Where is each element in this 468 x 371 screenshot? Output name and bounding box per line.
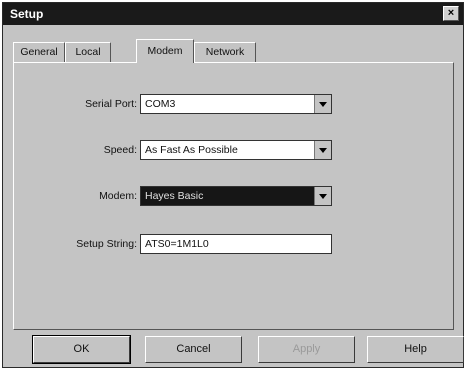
setup-string-row: Setup String: ATS0=1M1L0: [14, 234, 453, 256]
speed-dropdown-button[interactable]: [314, 141, 331, 159]
serial-port-value: COM3: [145, 98, 176, 110]
serial-port-row: Serial Port: COM3: [14, 94, 453, 116]
serial-port-label: Serial Port:: [85, 98, 137, 110]
setup-string-label: Setup String:: [76, 238, 137, 250]
setup-string-input[interactable]: ATS0=1M1L0: [140, 234, 332, 254]
modem-dropdown-button[interactable]: [314, 187, 331, 205]
modem-select[interactable]: Hayes Basic: [140, 186, 332, 206]
modem-tab-panel: Serial Port: COM3 Speed: As Fast As Poss…: [13, 62, 454, 330]
tab-general[interactable]: General: [13, 42, 65, 62]
serial-port-dropdown-button[interactable]: [314, 95, 331, 113]
modem-label: Modem:: [99, 190, 137, 202]
close-icon: ×: [447, 7, 455, 19]
speed-row: Speed: As Fast As Possible: [14, 140, 453, 162]
chevron-down-icon: [319, 148, 327, 153]
window-title: Setup: [10, 7, 44, 21]
chevron-down-icon: [319, 194, 327, 199]
title-bar: Setup ×: [3, 3, 463, 25]
tab-modem[interactable]: Modem: [136, 39, 194, 63]
chevron-down-icon: [319, 102, 327, 107]
close-button[interactable]: ×: [443, 6, 459, 21]
speed-select[interactable]: As Fast As Possible: [140, 140, 332, 160]
tab-network[interactable]: Network: [194, 42, 256, 62]
speed-value: As Fast As Possible: [145, 144, 238, 156]
help-button[interactable]: Help: [367, 336, 464, 363]
modem-row: Modem: Hayes Basic: [14, 186, 453, 208]
ok-button[interactable]: OK: [32, 335, 131, 364]
cancel-button[interactable]: Cancel: [145, 336, 242, 363]
modem-value: Hayes Basic: [145, 190, 204, 202]
serial-port-select[interactable]: COM3: [140, 94, 332, 114]
speed-label: Speed:: [103, 144, 137, 156]
apply-button[interactable]: Apply: [258, 336, 355, 363]
setup-dialog: Setup × General Local Modem Network Seri…: [2, 2, 464, 368]
tab-local[interactable]: Local: [65, 42, 111, 62]
